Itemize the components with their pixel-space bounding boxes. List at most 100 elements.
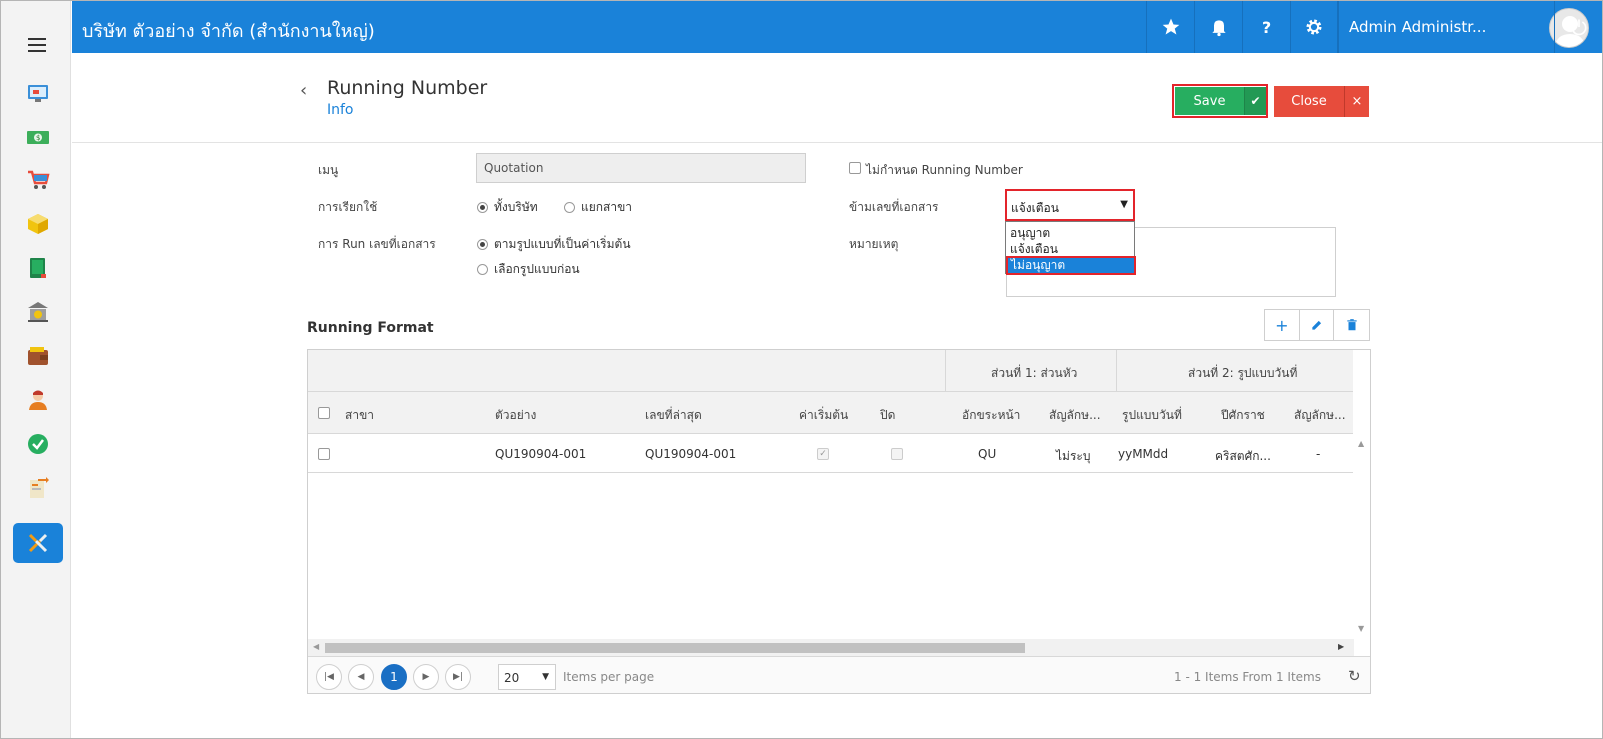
page-title: Running Number: [327, 77, 488, 99]
column-header[interactable]: ตัวอย่าง: [495, 406, 536, 425]
run-option-label: ตามรูปแบบที่เป็นค่าเริ่มต้น: [494, 237, 631, 251]
notification-bell-icon[interactable]: [1194, 1, 1242, 53]
add-icon[interactable]: +: [1265, 310, 1300, 340]
cart-icon[interactable]: [25, 167, 51, 193]
remark-label: หมายเหตุ: [849, 237, 899, 251]
scroll-right-icon[interactable]: ▶: [1338, 642, 1344, 651]
radio-unselected-icon: [477, 264, 488, 275]
current-page[interactable]: 1: [381, 664, 407, 690]
radio-unselected-icon: [564, 202, 575, 213]
cell-era: คริสตศัก...: [1215, 449, 1271, 463]
sidebar: $: [1, 1, 71, 738]
group-header-row: ส่วนที่ 1: ส่วนหัว ส่วนที่ 2: รูปแบบวันท…: [308, 350, 1353, 392]
user-icon[interactable]: [25, 387, 51, 413]
default-checked-icon: ✓: [817, 448, 829, 460]
table-row[interactable]: QU190904-001 QU190904-001 ✓ QU ไม่ระบุ y…: [308, 434, 1353, 473]
running-format-grid: ส่วนที่ 1: ส่วนหัว ส่วนที่ 2: รูปแบบวันท…: [307, 349, 1371, 694]
favorite-star-icon[interactable]: [1146, 1, 1194, 53]
wallet-icon[interactable]: [25, 343, 51, 369]
column-header[interactable]: รูปแบบวันที่: [1122, 406, 1182, 425]
column-header[interactable]: อักขระหน้า: [962, 406, 1020, 425]
user-name: Admin Administr...: [1349, 18, 1487, 36]
refresh-icon[interactable]: ↻: [1348, 667, 1361, 685]
row-checkbox[interactable]: [318, 448, 330, 460]
column-header[interactable]: ปิด: [880, 406, 895, 425]
section-title: Running Format: [307, 320, 434, 336]
save-button[interactable]: Save: [1175, 87, 1244, 115]
column-header-row: สาขา ตัวอย่าง เลขที่ล่าสุด ค่าเริ่มต้น ป…: [308, 392, 1353, 434]
items-per-page-label: Items per page: [563, 670, 655, 684]
usage-radio-company[interactable]: ทั้งบริษัท: [477, 198, 538, 217]
cell-prefix: QU: [978, 447, 997, 461]
skip-dropdown-list: อนุญาต แจ้งเตือน ไม่อนุญาต: [1005, 221, 1136, 275]
run-radio-default[interactable]: ตามรูปแบบที่เป็นค่าเริ่มต้น: [477, 235, 631, 254]
column-header[interactable]: ปีศักราช: [1221, 406, 1265, 425]
book-icon[interactable]: [25, 255, 51, 281]
hamburger-menu-icon[interactable]: [28, 38, 46, 56]
skip-label: ข้ามเลขที่เอกสาร: [849, 200, 939, 214]
radio-selected-icon: [477, 202, 488, 213]
column-header[interactable]: ค่าเริ่มต้น: [799, 406, 848, 425]
select-all-checkbox[interactable]: [318, 407, 330, 419]
box-icon[interactable]: [25, 211, 51, 237]
first-page-icon[interactable]: |◀: [316, 664, 342, 690]
column-header[interactable]: สัญลักษ...: [1294, 406, 1346, 425]
svg-text:$: $: [36, 134, 40, 142]
menu-field: Quotation: [476, 153, 806, 183]
close-x-icon[interactable]: ×: [1344, 86, 1369, 117]
column-header[interactable]: สัญลักษ...: [1049, 406, 1101, 425]
scroll-up-icon[interactable]: ▲: [1358, 439, 1364, 448]
group-header: ส่วนที่ 2: รูปแบบวันที่: [1188, 366, 1298, 380]
power-icon[interactable]: [1554, 1, 1602, 53]
dashboard-icon[interactable]: [25, 80, 51, 106]
caret-down-icon: ▼: [542, 672, 549, 682]
edit-pencil-icon[interactable]: [1300, 310, 1335, 340]
cell-symbol: ไม่ระบุ: [1056, 449, 1091, 463]
transfer-document-icon[interactable]: [25, 475, 51, 501]
pager-summary: 1 - 1 Items From 1 Items: [1174, 670, 1321, 684]
run-option-label: เลือกรูปแบบก่อน: [494, 262, 580, 276]
gear-icon[interactable]: [1290, 1, 1338, 53]
scroll-down-icon[interactable]: ▼: [1358, 624, 1364, 633]
bank-icon[interactable]: [25, 299, 51, 325]
close-button[interactable]: Close: [1274, 86, 1344, 117]
usage-option-label: แยกสาขา: [581, 200, 633, 214]
approve-check-icon[interactable]: [25, 431, 51, 457]
horizontal-scrollbar[interactable]: ◀ ▶: [308, 639, 1354, 656]
no-running-checkbox[interactable]: [849, 162, 861, 174]
radio-selected-icon: [477, 239, 488, 250]
next-page-icon[interactable]: ▶: [413, 664, 439, 690]
menu-label: เมนู: [318, 163, 339, 177]
cell-example: QU190904-001: [495, 447, 587, 461]
page-size-select[interactable]: 20 ▼: [498, 664, 556, 690]
page-subtitle: Info: [327, 102, 354, 118]
page-size-value: 20: [504, 671, 520, 685]
skip-option-selected[interactable]: ไม่อนุญาต: [1006, 256, 1136, 275]
horizontal-scroll-thumb[interactable]: [325, 643, 1025, 653]
last-page-icon[interactable]: ▶|: [445, 664, 471, 690]
back-chevron-icon[interactable]: ‹: [300, 80, 307, 101]
column-header[interactable]: สาขา: [345, 406, 374, 425]
run-label: การ Run เลขที่เอกสาร: [318, 237, 436, 251]
usage-label: การเรียกใช้: [318, 200, 378, 214]
skip-select[interactable]: แจ้งเตือน ▼: [1005, 189, 1135, 221]
group-header: ส่วนที่ 1: ส่วนหัว: [991, 366, 1078, 380]
money-icon[interactable]: $: [25, 124, 51, 150]
save-check-icon[interactable]: ✔: [1244, 87, 1266, 115]
settings-tools-icon[interactable]: [13, 523, 63, 563]
caret-down-icon: ▼: [1120, 199, 1128, 210]
scroll-left-icon[interactable]: ◀: [313, 642, 319, 651]
column-header[interactable]: เลขที่ล่าสุด: [645, 406, 702, 425]
help-icon[interactable]: ?: [1242, 1, 1290, 53]
closed-checkbox: [891, 448, 903, 460]
cell-symbol2: -: [1316, 447, 1321, 461]
delete-trash-icon[interactable]: [1334, 310, 1369, 340]
run-radio-choose[interactable]: เลือกรูปแบบก่อน: [477, 260, 580, 279]
usage-radio-branch[interactable]: แยกสาขา: [564, 198, 632, 217]
usage-option-label: ทั้งบริษัท: [494, 200, 538, 214]
save-button-group: Save ✔: [1172, 84, 1268, 118]
prev-page-icon[interactable]: ◀: [348, 664, 374, 690]
grid-toolbar: +: [1264, 309, 1370, 341]
no-running-label: ไม่กำหนด Running Number: [866, 163, 1023, 177]
vertical-scrollbar[interactable]: ▲ ▼: [1354, 434, 1370, 639]
